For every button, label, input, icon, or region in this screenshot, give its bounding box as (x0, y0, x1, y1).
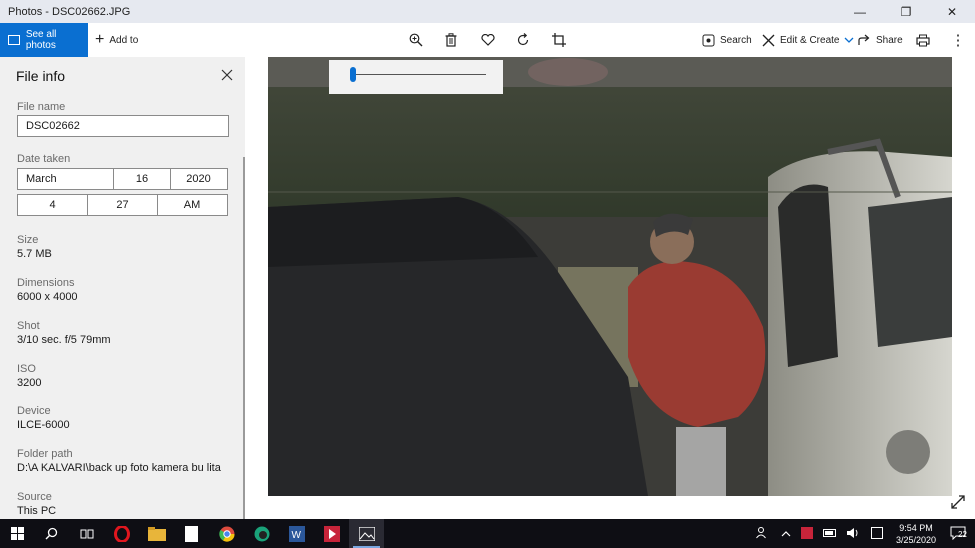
more-icon[interactable]: ⋮ (949, 31, 967, 49)
chevron-up-icon[interactable] (776, 529, 796, 539)
shot-value: 3/10 sec. f/5 79mm (17, 334, 111, 346)
source-label: Source (17, 491, 52, 503)
delete-icon[interactable] (442, 31, 460, 49)
print-icon[interactable] (914, 31, 932, 49)
shot-label: Shot (17, 320, 40, 332)
month-field[interactable]: March (18, 169, 114, 189)
system-tray: 9:54 PM 3/25/2020 22 (750, 519, 975, 548)
file-name-field[interactable]: DSC02662 (17, 115, 229, 137)
word-icon[interactable]: W (279, 519, 314, 548)
rotate-icon[interactable] (514, 31, 532, 49)
minute-field[interactable]: 27 (88, 195, 158, 215)
close-pane-icon[interactable] (221, 68, 235, 82)
source-value: This PC (17, 505, 57, 517)
security-icon[interactable] (796, 526, 818, 541)
favorite-icon[interactable] (479, 31, 497, 49)
opera-icon[interactable] (104, 519, 139, 548)
year-field[interactable]: 2020 (171, 169, 226, 189)
folder-path-value[interactable]: D:\A KALVARI\back up foto kamera bu lita (17, 462, 221, 474)
device-label: Device (17, 405, 51, 417)
zoom-slider-thumb[interactable] (349, 67, 356, 82)
day-field[interactable]: 16 (114, 169, 171, 189)
maximize-button[interactable]: ❐ (883, 0, 929, 23)
zoom-icon[interactable] (407, 31, 425, 49)
taskbar: W 9:54 PM 3/25/2020 22 (0, 519, 975, 548)
zoom-slider-track[interactable] (350, 74, 486, 75)
add-to-button[interactable]: + Add to (95, 23, 138, 57)
edit-create-button[interactable]: Edit & Create (762, 23, 859, 57)
dimensions-label: Dimensions (17, 277, 75, 289)
photos-icon (8, 35, 20, 45)
date-picker[interactable]: March 16 2020 (17, 168, 228, 190)
time-picker[interactable]: 4 27 AM (17, 194, 228, 216)
photo-image (268, 57, 952, 496)
photo-view[interactable] (268, 57, 952, 496)
camtasia-icon[interactable] (244, 519, 279, 548)
title-bar: Photos - DSC02662.JPG — ❐ ✕ (0, 0, 975, 23)
dimensions-value: 6000 x 4000 (17, 291, 78, 303)
share-button[interactable]: Share (858, 23, 903, 57)
folder-path-label: Folder path (17, 448, 73, 460)
file-explorer-icon[interactable] (139, 519, 174, 548)
plus-icon: + (95, 31, 105, 48)
battery-icon[interactable] (818, 528, 842, 539)
edit-create-label: Edit & Create (780, 34, 840, 46)
search-label: Search (720, 34, 752, 46)
add-to-label: Add to (109, 34, 139, 46)
date-taken-label: Date taken (17, 153, 71, 165)
file-name-label: File name (17, 101, 66, 113)
start-icon[interactable] (0, 519, 34, 548)
clock-time: 9:54 PM (899, 522, 933, 533)
share-icon (858, 34, 870, 45)
edit-icon (762, 34, 775, 46)
zoom-flyout (329, 60, 503, 94)
device-value: ILCE-6000 (17, 419, 70, 431)
minimize-button[interactable]: — (837, 0, 883, 23)
file-info-heading: File info (16, 68, 66, 84)
see-all-photos-button[interactable]: See all photos (0, 23, 88, 57)
window-title: Photos - DSC02662.JPG (8, 5, 131, 18)
people-icon[interactable] (750, 526, 776, 541)
iso-value: 3200 (17, 377, 42, 389)
search-icon (702, 34, 715, 46)
svg-text:W: W (291, 530, 301, 541)
iso-label: ISO (17, 363, 36, 375)
notification-center-icon[interactable]: 22 (944, 526, 975, 542)
notepad-icon[interactable] (174, 519, 209, 548)
size-label: Size (17, 234, 39, 246)
see-all-photos-label: See all photos (25, 29, 57, 51)
volume-icon[interactable] (842, 527, 866, 541)
toolbar: See all photos + Add to Search Edit & Cr… (0, 23, 975, 57)
size-value: 5.7 MB (17, 248, 52, 260)
file-info-pane: File info File name DSC02662 Date taken … (0, 57, 245, 519)
notification-count: 22 (958, 529, 967, 539)
share-label: Share (876, 34, 903, 46)
pane-scrollbar[interactable] (243, 157, 245, 519)
task-view-icon[interactable] (69, 519, 104, 548)
hour-field[interactable]: 4 (18, 195, 88, 215)
search-button[interactable]: Search (702, 23, 752, 57)
photos-icon[interactable] (349, 519, 384, 548)
close-window-button[interactable]: ✕ (929, 0, 975, 23)
video-player-icon[interactable] (314, 519, 349, 548)
clock-date: 3/25/2020 (895, 534, 936, 545)
crop-icon[interactable] (550, 31, 568, 49)
clock[interactable]: 9:54 PM 3/25/2020 (888, 522, 944, 546)
expand-icon[interactable] (950, 494, 966, 510)
ampm-field[interactable]: AM (158, 195, 226, 215)
chevron-down-icon (845, 37, 854, 43)
chrome-icon[interactable] (209, 519, 244, 548)
search-icon[interactable] (34, 519, 69, 548)
language-icon[interactable] (866, 526, 888, 541)
